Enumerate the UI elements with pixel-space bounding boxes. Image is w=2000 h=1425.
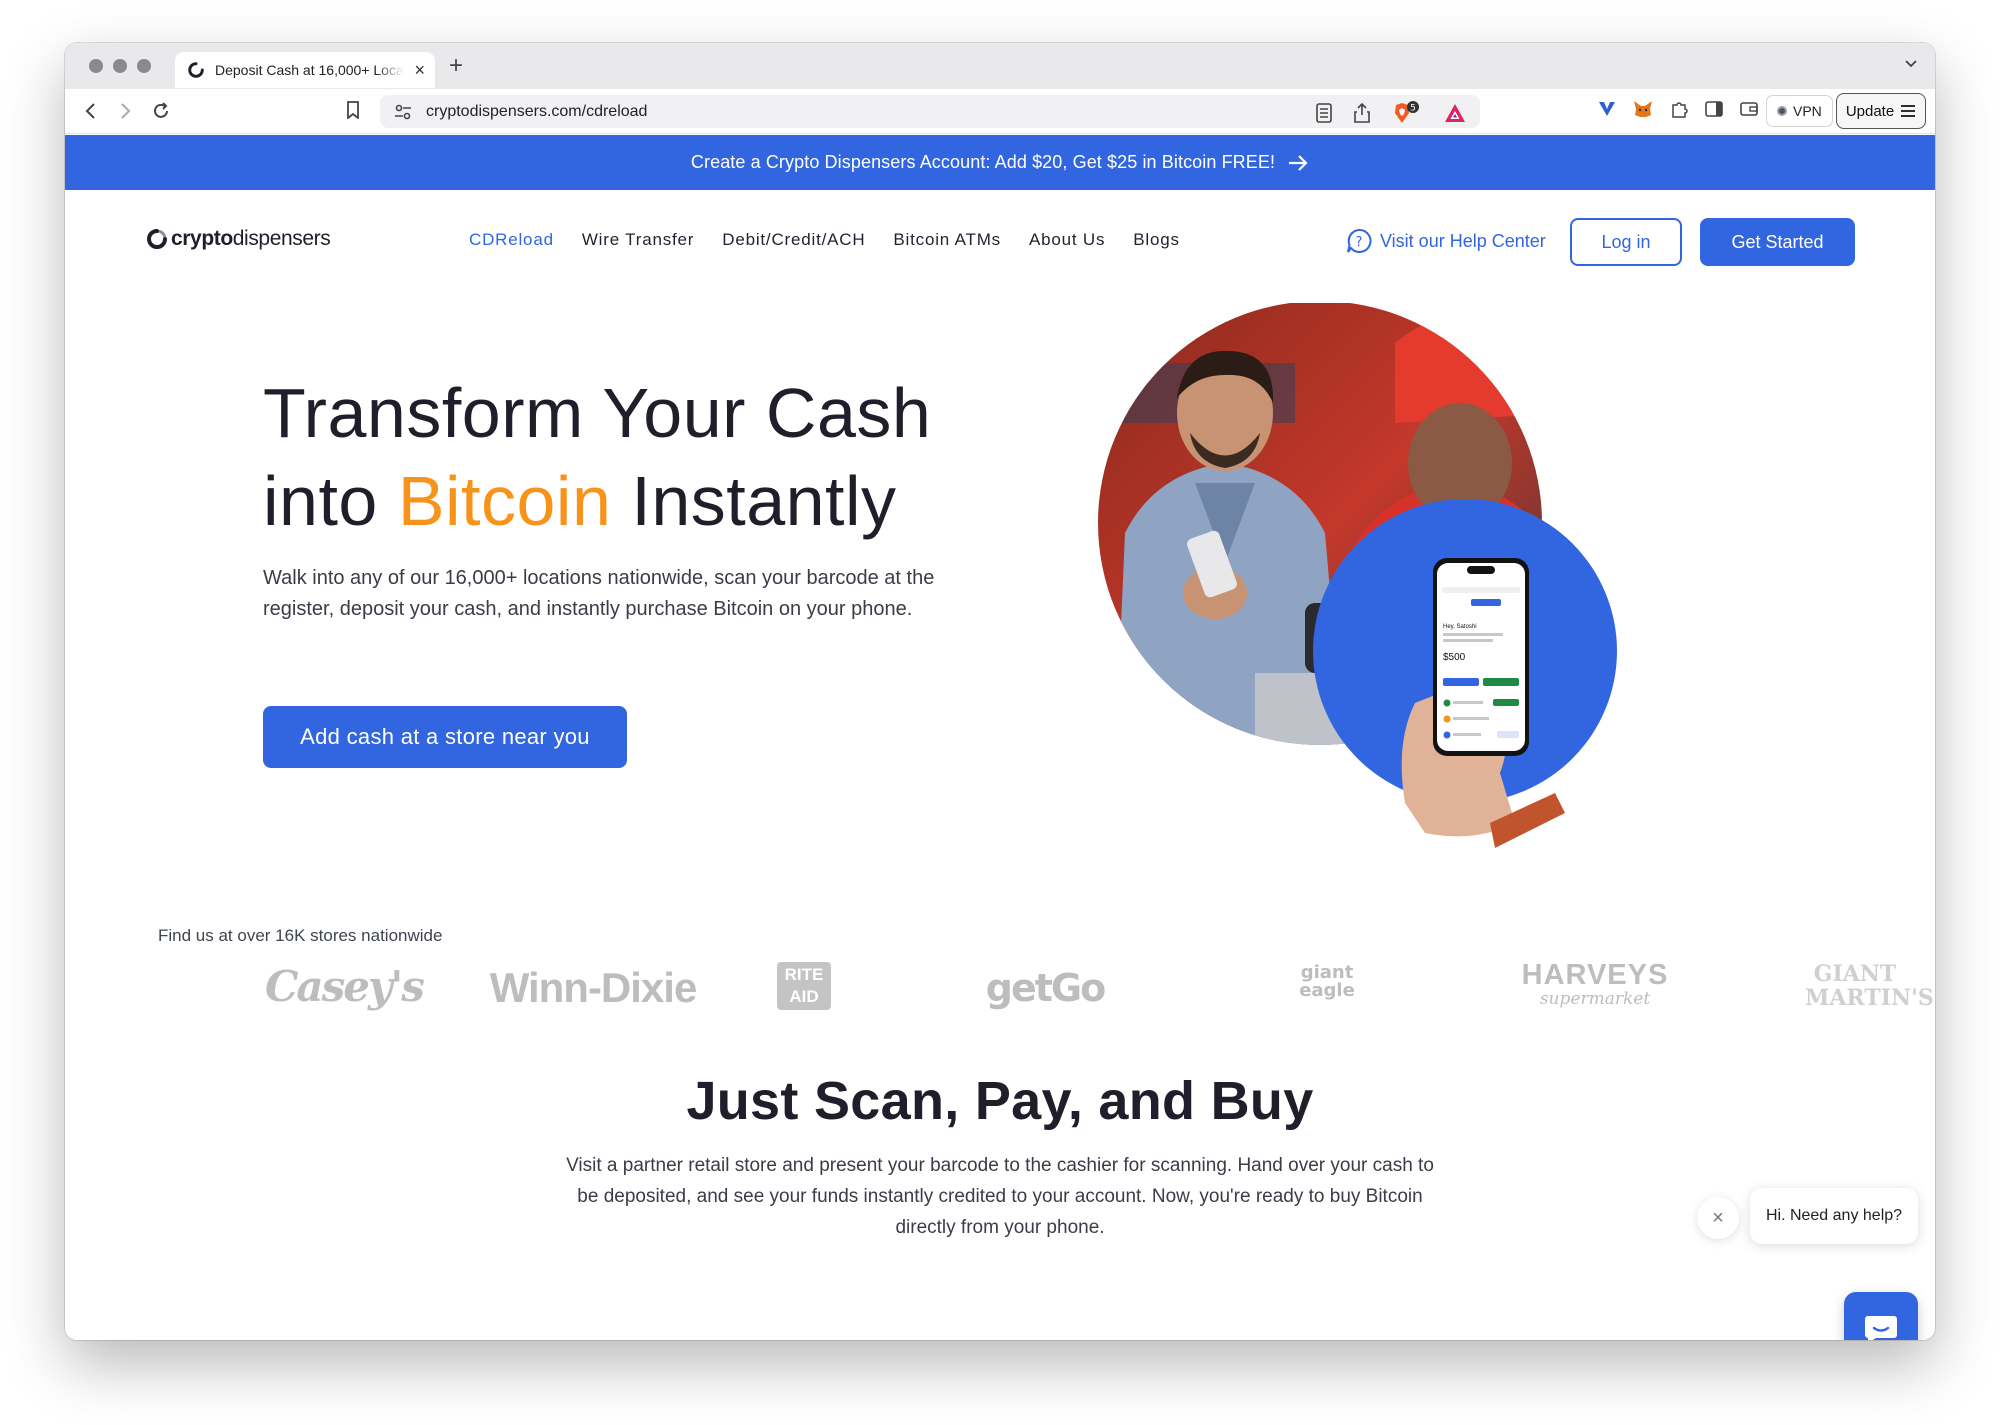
zoom-window-button[interactable] (137, 59, 151, 73)
nav-debit-credit-ach[interactable]: Debit/Credit/ACH (722, 230, 865, 250)
scan-section-title: Just Scan, Pay, and Buy (686, 1071, 1314, 1131)
hero-title-end: Instantly (611, 462, 897, 540)
harveys-logo: HARVEYS supermarket (1515, 960, 1675, 1008)
page-content: Create a Crypto Dispensers Account: Add … (65, 135, 1935, 1340)
chat-greeting-bubble[interactable]: Hi. Need any help? (1750, 1188, 1918, 1244)
bookmark-icon[interactable] (346, 101, 360, 119)
crypto-dispensers-favicon-icon (188, 62, 204, 78)
giant-eagle-logo: giant eagle (1299, 962, 1355, 1001)
phone-mockup: Hey, Satoshi $500 (1433, 558, 1529, 756)
hero-illustration: Hey, Satoshi $500 (1098, 303, 1617, 848)
vpn-label: VPN (1793, 103, 1822, 119)
browser-window: Deposit Cash at 16,000+ Locations × + cr… (65, 43, 1935, 1340)
minimize-window-button[interactable] (113, 59, 127, 73)
harveys-name: HARVEYS (1521, 959, 1669, 991)
brave-shields-icon[interactable]: 5 (1392, 101, 1422, 125)
update-button[interactable]: Update (1836, 93, 1926, 129)
logo-mark-icon (147, 229, 167, 249)
hero-title-line1: Transform Your Cash (263, 374, 932, 452)
address-bar[interactable]: cryptodispensers.com/cdreload 5 (380, 95, 1480, 128)
nav-about-us[interactable]: About Us (1029, 230, 1105, 250)
sidebar-icon[interactable] (1705, 101, 1723, 117)
site-settings-icon[interactable] (394, 104, 412, 120)
nav-bitcoin-atms[interactable]: Bitcoin ATMs (893, 230, 1001, 250)
promo-banner[interactable]: Create a Crypto Dispensers Account: Add … (65, 135, 1935, 190)
logo-text-bold: crypto (171, 227, 233, 250)
chat-icon (1865, 1316, 1897, 1340)
store-logos-row: Casey's Winn-Dixie RITE AID getGo giant e… (165, 950, 1935, 1040)
brave-rewards-icon[interactable] (1444, 103, 1466, 123)
site-logo[interactable]: cryptodispensers (146, 227, 331, 251)
browser-tab[interactable]: Deposit Cash at 16,000+ Locations × (175, 52, 435, 88)
back-icon[interactable] (83, 102, 99, 120)
brave-badge: 5 (1410, 104, 1416, 114)
help-center-link[interactable]: ? Visit our Help Center (1346, 228, 1546, 254)
extension-v-icon[interactable] (1598, 100, 1616, 118)
rite-aid-logo: RITE AID (777, 962, 831, 1010)
arrow-right-icon (1289, 154, 1308, 171)
hero-title-into: into (263, 462, 398, 540)
getgo-logo: getGo (985, 966, 1106, 1010)
tab-close-icon[interactable]: × (414, 60, 425, 81)
nav-cdreload[interactable]: CDReload (469, 230, 554, 250)
reload-icon[interactable] (151, 101, 171, 121)
main-nav: CDReload Wire Transfer Debit/Credit/ACH … (469, 230, 1180, 250)
nav-blogs[interactable]: Blogs (1133, 230, 1180, 250)
menu-icon (1901, 105, 1916, 117)
metamask-icon[interactable] (1633, 100, 1653, 118)
svg-text:?: ? (1356, 235, 1363, 250)
phone-greeting: Hey, Satoshi (1443, 624, 1477, 630)
logo-text-light: dispensers (232, 227, 331, 250)
chat-launcher-button[interactable] (1844, 1292, 1918, 1340)
add-cash-button[interactable]: Add cash at a store near you (263, 706, 627, 768)
caseys-logo: Casey's (265, 962, 425, 1011)
harveys-sub: supermarket (1539, 989, 1651, 1009)
vpn-button[interactable]: VPN (1766, 95, 1833, 127)
reader-mode-icon[interactable] (1316, 103, 1332, 123)
vpn-status-icon (1777, 106, 1787, 116)
chat-close-button[interactable]: × (1697, 1197, 1739, 1239)
phone-balance: $500 (1443, 652, 1466, 663)
chat-help-icon: ? (1347, 228, 1372, 253)
forward-icon[interactable] (117, 102, 133, 120)
hero-description: Walk into any of our 16,000+ locations n… (263, 567, 935, 620)
tab-title: Deposit Cash at 16,000+ Locations (215, 62, 404, 78)
share-icon[interactable] (1354, 103, 1370, 123)
promo-banner-text: Create a Crypto Dispensers Account: Add … (690, 152, 1276, 172)
url-text: cryptodispensers.com/cdreload (426, 102, 648, 120)
extensions-puzzle-icon[interactable] (1670, 100, 1688, 118)
help-center-label: Visit our Help Center (1380, 230, 1546, 251)
site-header: cryptodispensers CDReload Wire Transfer … (65, 190, 1935, 295)
winn-dixie-logo: Winn-Dixie (489, 964, 698, 1011)
hero-title-accent: Bitcoin (397, 462, 612, 540)
close-window-button[interactable] (89, 59, 103, 73)
stores-label: Find us at over 16K stores nationwide (158, 926, 443, 945)
new-tab-button[interactable]: + (449, 52, 463, 80)
scan-section-text: Visit a partner retail store and present… (566, 1155, 1434, 1238)
browser-toolbar: cryptodispensers.com/cdreload 5 VPN Upda… (65, 89, 1935, 134)
hero-title: Transform Your Cash into Bitcoin Instant… (263, 369, 931, 545)
tab-bar: Deposit Cash at 16,000+ Locations × + (65, 43, 1935, 89)
login-button[interactable]: Log in (1570, 218, 1682, 266)
get-started-button[interactable]: Get Started (1700, 218, 1855, 266)
wallet-icon[interactable] (1740, 101, 1758, 117)
nav-wire-transfer[interactable]: Wire Transfer (582, 230, 694, 250)
giant-martins-logo: GIANT MARTIN'S (1805, 961, 1934, 1011)
update-label: Update (1845, 102, 1895, 120)
tab-list-chevron-icon[interactable] (1903, 55, 1919, 71)
window-controls (89, 59, 151, 73)
